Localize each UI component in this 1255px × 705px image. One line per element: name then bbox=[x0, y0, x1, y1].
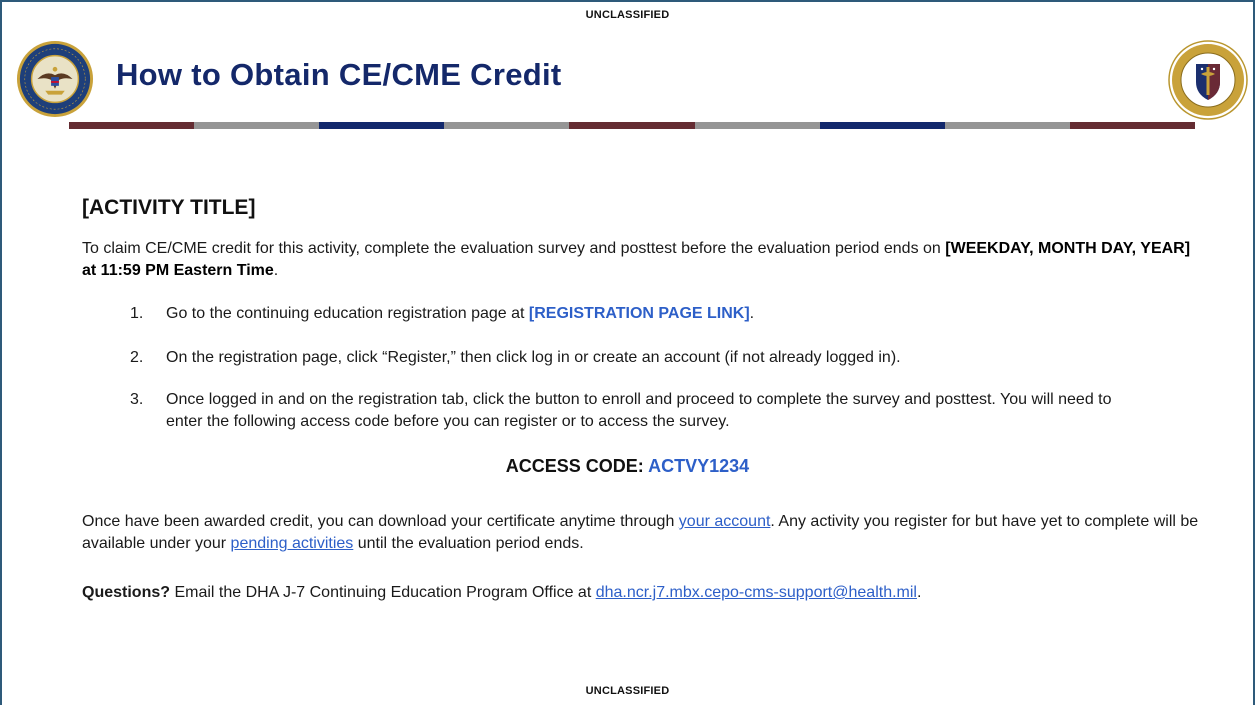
intro-paragraph: To claim CE/CME credit for this activity… bbox=[82, 238, 1202, 282]
step-item: 1. Go to the continuing education regist… bbox=[118, 303, 754, 325]
intro-end: . bbox=[273, 262, 279, 279]
intro-text: To claim CE/CME credit for this activity… bbox=[82, 240, 946, 257]
dha-seal-icon bbox=[1168, 40, 1248, 120]
step-number: 1. bbox=[130, 305, 144, 322]
step-number: 2. bbox=[130, 349, 144, 366]
step-text: Once logged in and on the registration t… bbox=[166, 391, 1112, 430]
step-end: . bbox=[749, 305, 755, 322]
questions-text: Email the DHA J-7 Continuing Education P… bbox=[170, 584, 596, 601]
support-email-link[interactable]: dha.ncr.j7.mbx.cepo-cms-support@health.m… bbox=[596, 584, 917, 601]
header-color-stripe bbox=[69, 122, 1195, 129]
step-number: 3. bbox=[130, 391, 144, 408]
access-code: ACTVY1234 bbox=[648, 456, 750, 476]
classification-banner-bottom: UNCLASSIFIED bbox=[585, 685, 670, 697]
outro-text-3: until the evaluation period ends. bbox=[353, 535, 584, 552]
dod-seal-icon bbox=[16, 40, 94, 118]
questions-paragraph: Questions? Email the DHA J-7 Continuing … bbox=[82, 582, 1212, 604]
access-code-line: ACCESS CODE: ACTVY1234 bbox=[0, 456, 1255, 477]
questions-end: . bbox=[916, 584, 922, 601]
registration-page-link[interactable]: [REGISTRATION PAGE LINK] bbox=[529, 305, 750, 322]
page-title: How to Obtain CE/CME Credit bbox=[116, 57, 562, 92]
pending-activities-link[interactable]: pending activities bbox=[231, 535, 354, 552]
outro-text-1: Once have been awarded credit, you can d… bbox=[82, 513, 679, 530]
access-code-label: ACCESS CODE: bbox=[505, 456, 649, 476]
your-account-link[interactable]: your account bbox=[679, 513, 771, 530]
step-text: On the registration page, click “Registe… bbox=[166, 349, 901, 366]
classification-banner-top: UNCLASSIFIED bbox=[585, 9, 670, 21]
step-text: Go to the continuing education registrat… bbox=[166, 305, 529, 322]
activity-title: [ACTIVITY TITLE] bbox=[82, 196, 256, 219]
questions-label: Questions? bbox=[82, 584, 171, 601]
outro-paragraph: Once have been awarded credit, you can d… bbox=[82, 511, 1212, 555]
step-item: 2. On the registration page, click “Regi… bbox=[118, 347, 901, 369]
step-item: 3. Once logged in and on the registratio… bbox=[118, 389, 1126, 433]
